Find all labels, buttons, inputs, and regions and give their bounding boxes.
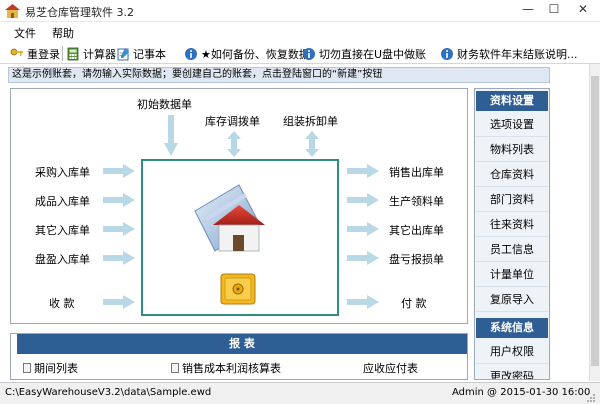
sidebar-item-restore-import[interactable]: 复原导入 xyxy=(476,288,548,312)
app-logo-icon xyxy=(5,4,20,18)
year-end-help-link[interactable]: 财务软件年末结账说明... xyxy=(440,45,578,62)
loss-out-link[interactable]: 盘亏报损单 xyxy=(389,251,444,267)
resize-grip-icon[interactable] xyxy=(586,393,596,403)
vertical-scrollbar[interactable] xyxy=(589,64,600,381)
sidebar-item-units[interactable]: 计量单位 xyxy=(476,263,548,287)
safe-icon xyxy=(220,273,256,305)
sidebar-item-departments[interactable]: 部门资料 xyxy=(476,188,548,212)
usb-warning-link[interactable]: 切勿直接在U盘中做账 xyxy=(302,45,426,62)
calculator-label: 计算器 xyxy=(83,47,116,61)
other-out-link[interactable]: 其它出库单 xyxy=(389,222,444,238)
system-info-header: 系统信息 xyxy=(476,318,548,338)
right-arrow-icon xyxy=(347,251,379,265)
backup-help-label: ★如何备份、恢复数据 xyxy=(201,47,310,61)
window-title: 易芝仓库管理软件 3.2 xyxy=(25,6,134,19)
backup-help-link[interactable]: ★如何备份、恢复数据 xyxy=(184,45,310,62)
toolbar: 重登录 计算器 记事本 ★如何备份、恢复数据 切勿直接在U盘中做账 财务软件年末… xyxy=(0,42,600,64)
right-arrow-icon xyxy=(103,295,135,309)
right-arrow-icon xyxy=(103,222,135,236)
receivable-payable-label: 应收应付表 xyxy=(363,362,418,375)
key-icon xyxy=(10,48,23,56)
info-icon xyxy=(441,47,453,60)
status-bar: C:\EasyWarehouseV3.2\data\Sample.ewd Adm… xyxy=(0,382,600,404)
menu-file[interactable]: 文件 xyxy=(14,25,36,41)
sidebar-item-permissions[interactable]: 用户权限 xyxy=(476,340,548,364)
cost-profit-report-label: 销售成本利润核算表 xyxy=(182,362,281,375)
title-bar: 易芝仓库管理软件 3.2 — ☐ ✕ xyxy=(0,0,600,22)
info-icon xyxy=(185,47,197,60)
sales-out-link[interactable]: 销售出库单 xyxy=(389,164,444,180)
notepad-label: 记事本 xyxy=(133,47,166,61)
production-out-link[interactable]: 生产领料单 xyxy=(389,193,444,209)
notepad-button[interactable]: 记事本 xyxy=(116,45,166,62)
right-arrow-icon xyxy=(103,164,135,178)
right-arrow-icon xyxy=(103,193,135,207)
right-arrow-icon xyxy=(347,193,379,207)
relogin-button[interactable]: 重登录 xyxy=(10,45,60,62)
close-button[interactable]: ✕ xyxy=(566,0,600,20)
other-in-link[interactable]: 其它入库单 xyxy=(35,222,90,238)
sidebar-item-materials[interactable]: 物料列表 xyxy=(476,138,548,162)
updown-arrow-icon xyxy=(227,131,241,157)
document-icon xyxy=(171,363,179,373)
period-list-link[interactable]: 期间列表 xyxy=(23,360,78,376)
toolbar-divider xyxy=(62,46,63,61)
menu-bar: 文件 帮助 xyxy=(0,22,600,42)
calculator-icon xyxy=(67,47,79,60)
right-arrow-icon xyxy=(347,295,379,309)
sidebar-item-employees[interactable]: 员工信息 xyxy=(476,238,548,262)
sidebar-item-partners[interactable]: 往来资料 xyxy=(476,213,548,237)
down-arrow-icon xyxy=(164,115,178,156)
warehouse-house-icon xyxy=(194,184,265,252)
settings-sidebar: 资料设置 选项设置 物料列表 仓库资料 部门资料 往来资料 员工信息 计量单位 … xyxy=(474,88,550,380)
sidebar-item-warehouses[interactable]: 仓库资料 xyxy=(476,163,548,187)
sample-notice: 这是示例账套，请勿输入实际数据；要创建自己的账套，点击登陆窗口的“新建”按钮 xyxy=(8,67,550,83)
right-arrow-icon xyxy=(103,251,135,265)
usb-warning-label: 切勿直接在U盘中做账 xyxy=(319,47,427,61)
assembly-link[interactable]: 组装拆卸单 xyxy=(283,113,338,129)
receivable-payable-link[interactable]: 应收应付表 xyxy=(363,360,418,376)
warehouse-center-box xyxy=(141,159,339,316)
menu-help[interactable]: 帮助 xyxy=(52,25,74,41)
calculator-button[interactable]: 计算器 xyxy=(66,45,116,62)
report-header: 报 表 xyxy=(17,334,467,354)
report-panel: 报 表 期间列表 销售成本利润核算表 应收应付表 xyxy=(10,333,468,380)
sidebar-item-options[interactable]: 选项设置 xyxy=(476,113,548,137)
transfer-link[interactable]: 库存调拨单 xyxy=(205,113,260,129)
scrollbar-thumb[interactable] xyxy=(591,76,599,366)
initial-data-link[interactable]: 初始数据单 xyxy=(137,96,192,112)
warning-icon xyxy=(303,47,315,60)
document-icon xyxy=(23,363,31,373)
sidebar-item-change-password[interactable]: 更改密码 xyxy=(476,365,548,379)
workflow-panel: 初始数据单 库存调拨单 组装拆卸单 采购入库单 成品入库单 其它入库单 盘盈入库… xyxy=(10,88,468,324)
cost-profit-report-link[interactable]: 销售成本利润核算表 xyxy=(171,360,281,376)
maximize-button[interactable]: ☐ xyxy=(540,0,568,20)
period-list-label: 期间列表 xyxy=(34,362,78,375)
right-arrow-icon xyxy=(347,164,379,178)
updown-arrow-icon xyxy=(305,131,319,157)
product-in-link[interactable]: 成品入库单 xyxy=(35,193,90,209)
right-arrow-icon xyxy=(347,222,379,236)
year-end-help-label: 财务软件年末结账说明... xyxy=(457,47,578,61)
user-timestamp: Admin @ 2015-01-30 16:00 xyxy=(452,387,591,398)
payment-link[interactable]: 付 款 xyxy=(401,295,427,311)
minimize-button[interactable]: — xyxy=(514,0,542,20)
surplus-in-link[interactable]: 盘盈入库单 xyxy=(35,251,90,267)
data-settings-header: 资料设置 xyxy=(476,91,548,111)
purchase-in-link[interactable]: 采购入库单 xyxy=(35,164,90,180)
data-file-path: C:\EasyWarehouseV3.2\data\Sample.ewd xyxy=(5,387,212,398)
relogin-label: 重登录 xyxy=(27,47,60,61)
receipt-link[interactable]: 收 款 xyxy=(49,295,75,311)
notepad-icon xyxy=(117,47,129,60)
